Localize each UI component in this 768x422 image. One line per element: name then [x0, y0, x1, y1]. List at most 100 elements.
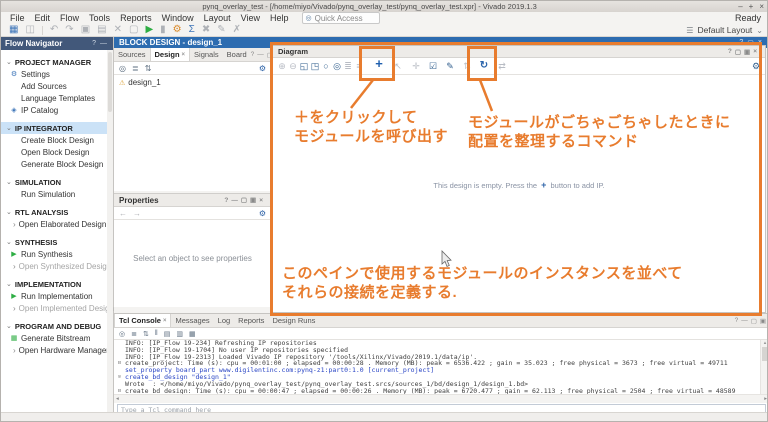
redo-icon[interactable]: ↷	[65, 24, 73, 36]
tab-design[interactable]: Design ×	[150, 48, 191, 61]
gear-icon[interactable]: ⚙	[173, 24, 182, 36]
save-icon[interactable]: ◫	[25, 24, 34, 36]
nav-item-run-simulation[interactable]: Run Simulation	[1, 188, 113, 200]
collapse-icon[interactable]: ⊟	[114, 360, 125, 367]
nav-item-generate-block-design[interactable]: Generate Block Design	[1, 158, 113, 170]
maximize-icon[interactable]: ▢	[735, 48, 741, 56]
help-icon[interactable]: ?	[224, 197, 228, 204]
menu-reports[interactable]: Reports	[115, 13, 157, 23]
collapse-icon[interactable]: ⊟	[114, 388, 125, 394]
close-icon[interactable]: ×	[753, 48, 757, 55]
run-icon[interactable]: ▶	[145, 24, 153, 36]
pointer-icon[interactable]: ↖	[391, 59, 405, 73]
expand-all-icon[interactable]: ≣	[132, 64, 139, 73]
forward-arrow-icon[interactable]: →	[133, 209, 141, 218]
menu-help[interactable]: Help	[265, 13, 294, 23]
collapse-all-icon[interactable]: ⇅	[143, 330, 149, 338]
sigma-icon[interactable]: Σ	[189, 24, 195, 36]
tab-signals[interactable]: Signals	[190, 48, 223, 61]
nav-item-open-synthesized-design[interactable]: › Open Synthesized Design	[1, 260, 113, 272]
add-ip-button[interactable]: +	[372, 57, 386, 71]
restore-icon[interactable]: ▢	[129, 24, 138, 36]
float-icon[interactable]: ▣	[744, 48, 750, 56]
design-tree-item[interactable]: ⚠ design_1	[114, 75, 271, 90]
section-simulation[interactable]: ⌄ SIMULATION	[1, 176, 113, 188]
search-icon[interactable]: ◎	[119, 64, 126, 73]
section-ip-integrator[interactable]: ⌄ IP INTEGRATOR	[1, 122, 113, 134]
validate-design-icon[interactable]: ☑	[426, 59, 440, 73]
nav-item-settings[interactable]: ⚙ Settings	[1, 68, 113, 80]
tab-messages[interactable]: Messages	[171, 314, 213, 327]
open-project-icon[interactable]: ▦	[9, 24, 18, 36]
clear-icon[interactable]: ▥	[176, 330, 183, 338]
window-minimize-button[interactable]: –	[738, 2, 742, 11]
copy-icon[interactable]: ▤	[164, 330, 171, 338]
help-icon[interactable]: ?	[735, 317, 739, 324]
maximize-icon[interactable]: ▢	[241, 196, 247, 204]
interface-visibility-icon[interactable]: ⇅	[460, 59, 474, 73]
menu-view[interactable]: View	[236, 13, 265, 23]
console-output[interactable]: INFO: [IP_Flow 19-234] Refreshing IP rep…	[114, 340, 768, 394]
back-arrow-icon[interactable]: ←	[119, 209, 127, 218]
nav-item-add-sources[interactable]: Add Sources	[1, 80, 113, 92]
undo-icon[interactable]: ↶	[50, 24, 58, 36]
pause-icon[interactable]: ‖	[155, 330, 158, 337]
delete-icon[interactable]: ▦	[189, 330, 196, 338]
section-program-and-debug[interactable]: ⌄ PROGRAM AND DEBUG	[1, 320, 113, 332]
delete-icon[interactable]: ✕	[114, 24, 122, 36]
nav-item-create-block-design[interactable]: Create Block Design	[1, 134, 113, 146]
nav-item-open-hardware-manager[interactable]: › Open Hardware Manager	[1, 344, 113, 356]
copy-icon[interactable]: ▣	[81, 24, 90, 36]
menu-flow[interactable]: Flow	[55, 13, 84, 23]
section-implementation[interactable]: ⌄ IMPLEMENTATION	[1, 278, 113, 290]
menu-file[interactable]: File	[5, 13, 30, 23]
gear-icon[interactable]: ⚙	[259, 64, 266, 73]
nav-item-language-templates[interactable]: Language Templates	[1, 92, 113, 104]
expand-all-icon[interactable]: ≣	[131, 330, 137, 338]
nav-item-ip-catalog[interactable]: ◈ IP Catalog	[1, 104, 113, 116]
pencil-icon[interactable]: ✎	[217, 24, 225, 36]
gear-icon[interactable]: ⚙	[749, 59, 763, 73]
console-horizontal-scrollbar[interactable]: ◂ ▸	[114, 394, 768, 403]
quick-access-search[interactable]: ◎ Quick Access	[302, 12, 380, 24]
help-icon[interactable]: ?	[728, 48, 732, 55]
gear-icon[interactable]: ⚙	[259, 209, 266, 218]
scroll-left-icon[interactable]: ◂	[116, 396, 119, 402]
nav-item-open-elaborated-design[interactable]: › Open Elaborated Design	[1, 218, 113, 230]
regenerate-layout-button[interactable]: ↻	[477, 59, 491, 73]
console-vertical-scrollbar[interactable]: ▴	[760, 340, 768, 394]
window-maximize-button[interactable]: +	[749, 2, 754, 11]
nav-item-run-synthesis[interactable]: ▶ Run Synthesis	[1, 248, 113, 260]
close-icon[interactable]: ×	[182, 52, 186, 58]
section-project-manager[interactable]: ⌄ PROJECT MANAGER	[1, 56, 113, 68]
close-icon[interactable]: ×	[163, 318, 167, 324]
scroll-right-icon[interactable]: ▸	[764, 396, 767, 402]
nav-item-generate-bitstream[interactable]: ▦ Generate Bitstream	[1, 332, 113, 344]
paste-icon[interactable]: ▤	[97, 24, 106, 36]
tab-design-runs[interactable]: Design Runs	[268, 314, 319, 327]
tab-tcl-console[interactable]: Tcl Console ×	[114, 314, 171, 327]
misc-icon[interactable]: ✗	[233, 24, 241, 36]
diagram-canvas[interactable]: This design is empty. Press the + button…	[273, 75, 765, 312]
menu-edit[interactable]: Edit	[30, 13, 56, 23]
tab-board[interactable]: Board	[223, 48, 251, 61]
section-synthesis[interactable]: ⌄ SYNTHESIS	[1, 236, 113, 248]
collapse-all-icon[interactable]: ⇅	[145, 64, 152, 73]
make-external-icon[interactable]: ✎	[443, 59, 457, 73]
minimize-icon[interactable]: —	[741, 317, 748, 324]
layout-selector[interactable]: ☰ Default Layout ⌄	[686, 25, 763, 35]
minimize-icon[interactable]: —	[257, 51, 264, 58]
nav-item-run-implementation[interactable]: ▶ Run Implementation	[1, 290, 113, 302]
minimize-icon[interactable]: —	[231, 197, 238, 204]
search-icon[interactable]: ◎	[119, 330, 125, 338]
expand-hierarchy-icon[interactable]: ≡	[352, 59, 366, 73]
minimize-icon[interactable]: —	[98, 40, 109, 47]
maximize-icon[interactable]: ▢	[751, 317, 757, 325]
float-icon[interactable]: ▣	[250, 196, 256, 204]
nav-item-open-implemented-design[interactable]: › Open Implemented Design	[1, 302, 113, 314]
section-rtl-analysis[interactable]: ⌄ RTL ANALYSIS	[1, 206, 113, 218]
cancel-icon[interactable]: ✖	[202, 24, 210, 36]
close-icon[interactable]: ×	[259, 197, 263, 204]
flow-navigator-scrollbar[interactable]	[107, 50, 113, 412]
menu-window[interactable]: Window	[157, 13, 199, 23]
